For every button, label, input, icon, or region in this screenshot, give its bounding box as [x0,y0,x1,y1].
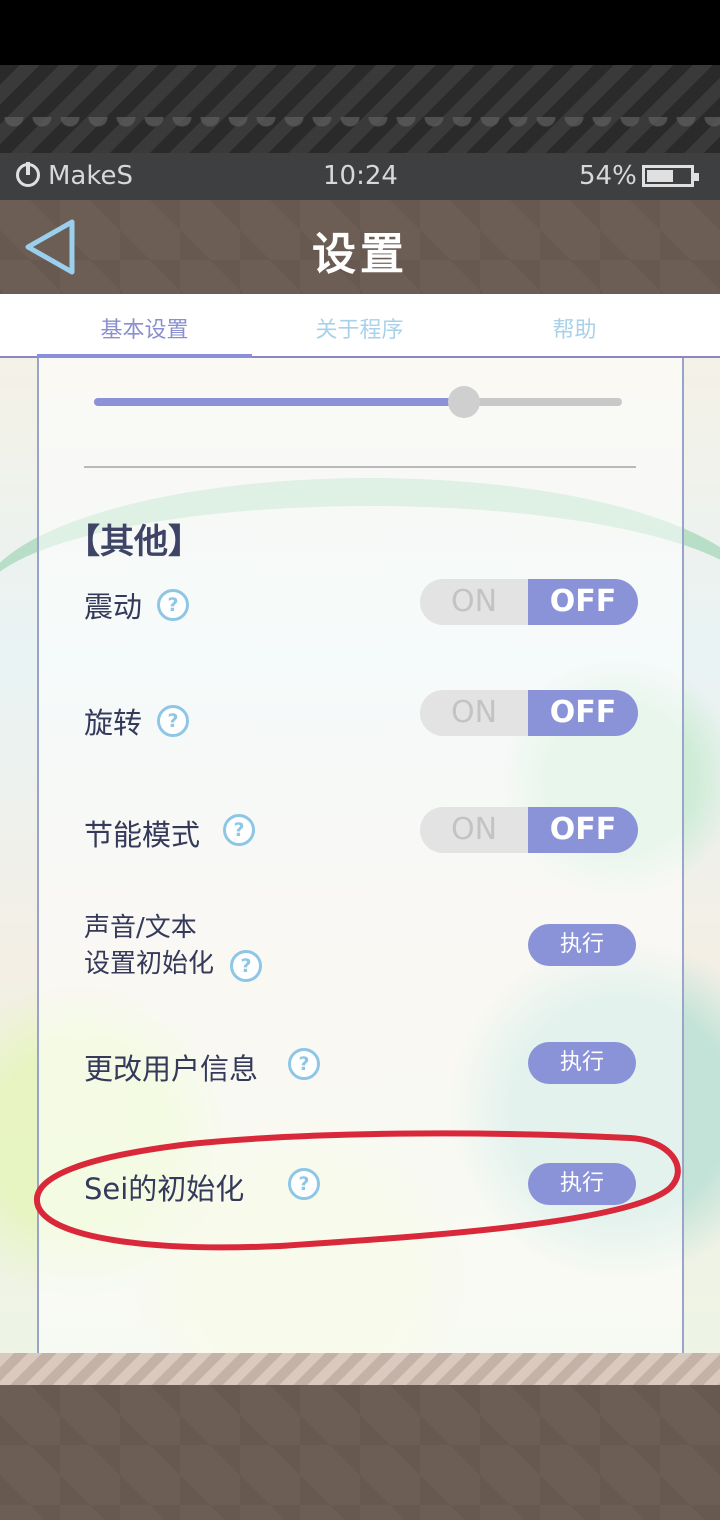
tab-about[interactable]: 关于程序 [252,312,467,344]
help-icon[interactable]: ? [157,589,189,621]
vibration-label: 震动 [84,590,143,624]
change-user-info-button[interactable]: 执行 [528,1042,636,1084]
reset-label-line2: 设置初始化 [84,949,215,979]
battery-percent: 54% [579,161,637,191]
vibration-toggle[interactable]: ON OFF [420,579,638,625]
volume-slider[interactable] [94,386,622,418]
help-icon[interactable]: ? [288,1048,320,1080]
toggle-off-option[interactable]: OFF [528,807,638,853]
status-brand: MakeS [48,161,133,191]
page-title: 设置 [312,229,408,280]
help-icon[interactable]: ? [230,950,262,982]
rotation-label: 旋转 [84,706,143,740]
lace-decoration [0,65,720,153]
section-title: 【其他】 [66,522,202,562]
status-time: 10:24 [323,161,398,191]
toggle-off-option[interactable]: OFF [528,690,638,736]
help-icon[interactable]: ? [223,814,255,846]
tab-basic-settings[interactable]: 基本设置 [37,312,252,344]
power-icon [16,162,40,187]
status-bar: MakeS 10:24 54% [0,153,720,200]
change-user-info-label: 更改用户信息 [84,1052,259,1086]
tab-bar: 基本设置 关于程序 帮助 [0,294,720,358]
toggle-on-option[interactable]: ON [420,807,528,853]
help-icon[interactable]: ? [157,705,189,737]
red-circle-annotation [33,1130,681,1251]
reset-label-line1: 声音/文本 [84,913,197,943]
battery-icon [642,165,699,187]
reset-sound-text-button[interactable]: 执行 [528,924,636,966]
toggle-on-option[interactable]: ON [420,579,528,625]
reset-sound-text-label: 声音/文本 设置初始化 [84,910,214,982]
power-saving-label: 节能模式 [84,818,201,852]
rotation-toggle[interactable]: ON OFF [420,690,638,736]
footer-bar [0,1385,720,1520]
slider-fill [94,398,464,406]
footer-stripe [0,1353,720,1385]
toggle-off-option[interactable]: OFF [528,579,638,625]
tab-help[interactable]: 帮助 [467,312,682,344]
toggle-on-option[interactable]: ON [420,690,528,736]
section-divider [84,466,636,468]
top-black-bar [0,0,720,65]
power-saving-toggle[interactable]: ON OFF [420,807,638,853]
slider-thumb[interactable] [448,386,480,418]
